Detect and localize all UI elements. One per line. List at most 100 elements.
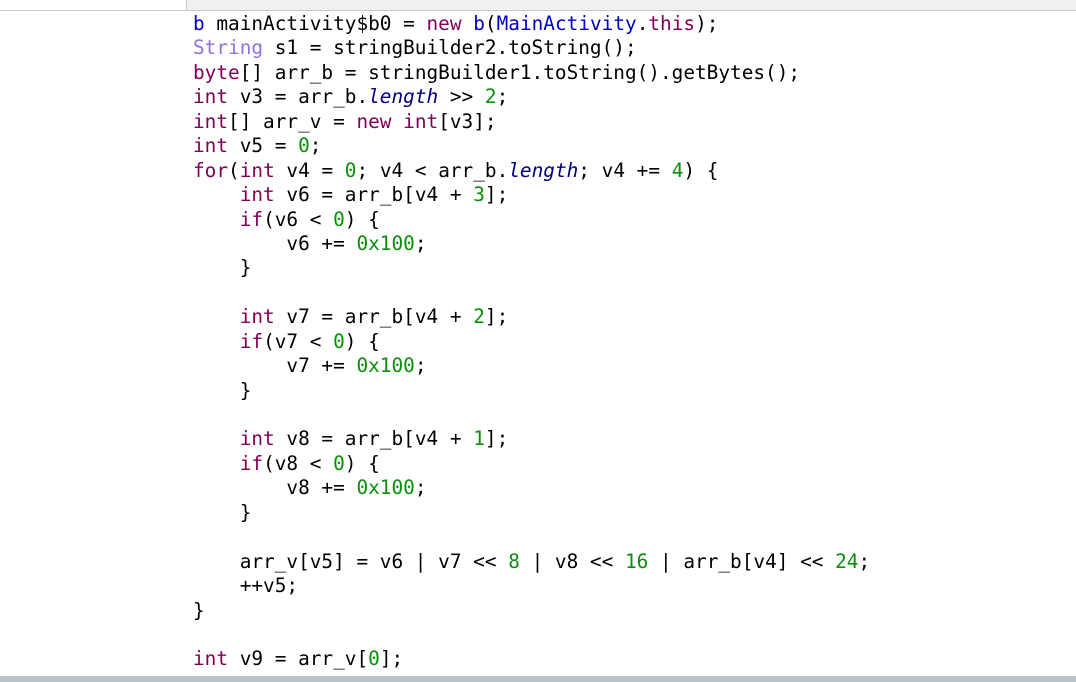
code-text: ; [496,85,509,109]
code-line: int v7 = arr_b[v4 + 2]; [193,305,870,329]
code-line: ++v5; [193,574,870,598]
code-line: for(int v4 = 0; v4 < arr_b.length; v4 +=… [193,159,870,183]
code-text: [v3]; [438,109,497,133]
code-line: if(v6 < 0) { [193,208,870,232]
class-name: String [193,36,264,60]
code-text: ; [858,549,871,573]
number-literal: 0 [368,647,380,671]
keyword: new [426,12,462,35]
field-name: length [368,85,439,109]
keyword: int [193,85,229,109]
code-text: | v8 << [519,549,625,573]
number-literal: 24 [835,549,859,573]
field-name: length [508,158,579,182]
code-line: v6 += 0x100; [193,232,870,256]
type-name: b [193,12,205,35]
code-text: . [636,12,649,35]
number-literal: 0x100 [356,231,415,255]
number-literal: 16 [624,549,649,573]
keyword: this [648,12,696,35]
code-line: } [193,501,870,525]
keyword: byte [193,60,240,84]
number-literal: 1 [473,427,485,451]
code-text: v5 = [228,134,299,158]
keyword: int [193,134,229,158]
code-text: ]; [379,647,404,671]
code-line: } [193,379,870,403]
code-line: v8 += 0x100; [193,476,870,500]
number-literal: 0 [333,207,345,231]
code-text: ) { [344,451,380,475]
code-line: String s1 = stringBuilder2.toString(); [193,36,870,60]
code-text: v4 = [274,158,345,182]
type-name: MainActivity [496,12,637,35]
keyword: for [193,158,229,182]
code-text: ; [414,476,427,500]
code-text: ]; [484,427,509,451]
code-line: int[] arr_v = new int[v3]; [193,110,870,134]
code-text: ]; [484,183,509,207]
code-line: } [193,599,870,623]
code-text: v7 = arr_b[v4 + [274,305,474,329]
code-line: b mainActivity$b0 = new b(MainActivity.t… [193,12,870,36]
editor-tab[interactable] [0,0,187,10]
code-line: int v3 = arr_b.length >> 2; [193,85,870,109]
code-text: [] arr_v = [228,109,357,133]
code-text: v6 += [193,231,357,255]
code-line: } [193,256,870,280]
code-text: ]; [484,305,509,329]
type-name: b [473,12,485,35]
keyword: int [403,109,439,133]
code-editor[interactable]: b mainActivity$b0 = new b(MainActivity.t… [193,12,870,672]
code-text: (v7 < [263,329,334,353]
number-literal: 0 [333,451,345,475]
keyword: new [356,109,392,133]
code-text: } [193,598,205,622]
number-literal: 4 [671,158,684,182]
code-text: } [193,500,252,524]
code-text: v8 += [193,476,357,500]
code-text: (v6 < [263,207,334,231]
code-text: ; v4 += [578,158,672,182]
code-text: v8 = arr_b[v4 + [274,427,474,451]
code-text: >> [438,85,485,109]
code-line: v7 += 0x100; [193,354,870,378]
number-literal: 0 [344,158,357,182]
code-text: v6 = arr_b[v4 + [274,183,474,207]
code-text: ; [309,134,322,158]
keyword: int [239,158,275,182]
keyword: int [239,427,275,451]
number-literal: 0 [298,134,310,158]
code-text: ; [414,354,427,378]
number-literal: 0 [333,329,345,353]
window-border [0,676,1076,682]
code-text: [] arr_b = stringBuilder1.toString().get… [239,60,801,84]
number-literal: 0x100 [356,476,415,500]
number-literal: 3 [473,183,485,207]
keyword: if [239,207,264,231]
code-text: ; v4 < arr_b. [356,158,509,182]
code-line: arr_v[v5] = v6 | v7 << 8 | v8 << 16 | ar… [193,550,870,574]
code-text: ); [695,12,719,35]
code-text: arr_v[v5] = v6 | v7 << [193,549,509,573]
keyword: if [239,451,264,475]
code-text: ) { [683,158,719,182]
keyword: if [239,329,264,353]
code-text: v9 = arr_v[ [228,647,369,671]
code-text: mainActivity$b0 = [204,12,427,35]
code-line: int v5 = 0; [193,134,870,158]
code-text: ++v5; [193,574,299,598]
code-text: (v8 < [263,451,334,475]
keyword: int [193,647,229,671]
number-literal: 2 [484,85,497,109]
code-text: } [193,256,252,280]
